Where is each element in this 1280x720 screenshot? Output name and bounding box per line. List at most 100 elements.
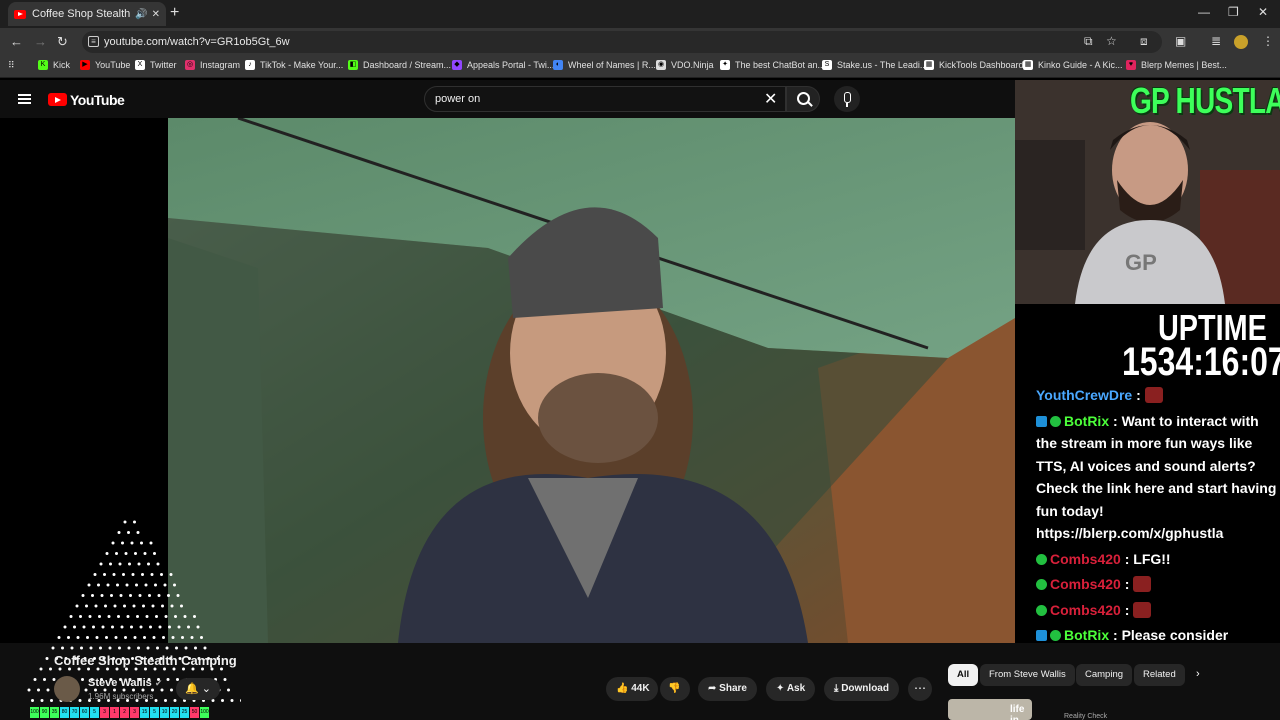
like-button[interactable]: 👍 44K	[606, 677, 658, 701]
bell-icon: 🔔	[185, 683, 199, 695]
verified-badge-icon	[1036, 604, 1047, 616]
chat-username: BotRix	[1064, 412, 1110, 429]
back-icon[interactable]: ←	[10, 34, 23, 49]
bookmark-favicon-icon: ◧	[348, 60, 358, 70]
bookmark-favicon-icon: ▶	[80, 60, 90, 70]
hamburger-menu-icon[interactable]	[18, 94, 31, 104]
level-cell: 25	[180, 707, 189, 718]
bookmark-favicon-icon: ◎	[185, 60, 195, 70]
level-indicator-bar: 100 90 35 80 70 60 5 3 1 2 3 15 5 10 20 25 50 100	[30, 707, 209, 718]
clear-search-icon[interactable]: ✕	[764, 89, 777, 109]
thumbs-up-icon: 👍	[616, 683, 629, 694]
bookmark-label: KickTools Dashboard	[939, 60, 1024, 70]
bookmark-label: Dashboard / Stream...	[363, 60, 452, 70]
chevron-down-icon: ⌄	[201, 683, 211, 695]
bookmark-item[interactable]: ◎ Instagram	[185, 60, 240, 70]
level-cell: 15	[140, 707, 149, 718]
bookmark-favicon-icon: K	[38, 60, 48, 70]
bot-badge-icon	[1036, 415, 1047, 427]
bookmark-favicon-icon: ♪	[245, 60, 255, 70]
sidebar-icon[interactable]: ▣	[1175, 34, 1186, 48]
bookmark-star-icon[interactable]: ☆	[1106, 34, 1117, 48]
bookmark-item[interactable]: ✦ The best ChatBot an...	[720, 60, 825, 70]
more-actions-icon[interactable]: ⋯	[908, 677, 932, 701]
ask-button[interactable]: ✦ Ask	[766, 677, 816, 701]
bookmark-item[interactable]: ♥ Blerp Memes | Best...	[1126, 60, 1227, 70]
bookmark-label: The best ChatBot an...	[735, 60, 826, 70]
search-input[interactable]: power on	[424, 86, 786, 112]
bookmark-label: Kinko Guide - A Kic...	[1038, 60, 1123, 70]
related-video-title[interactable]: Reality Check	[1064, 713, 1107, 720]
media-icon[interactable]: ≣	[1211, 34, 1221, 48]
level-cell: 2	[120, 707, 129, 718]
menu-icon[interactable]: ⋮	[1262, 34, 1274, 48]
address-toolbar: ← → ↻ ≡ youtube.com/watch?v=GR1ob5Gt_6w …	[0, 28, 1280, 56]
maximize-icon[interactable]: ❐	[1228, 5, 1239, 19]
bookmark-favicon-icon: ✦	[720, 60, 730, 70]
bookmark-favicon-icon: S	[822, 60, 832, 70]
browser-tab[interactable]: Coffee Shop Stealth Camping 🔊 ✕	[8, 2, 166, 26]
bookmark-label: VDO.Ninja	[671, 60, 714, 70]
verified-badge-icon	[1050, 415, 1061, 427]
bookmark-favicon-icon: ◉	[656, 60, 666, 70]
share-button[interactable]: ➦ Share	[698, 677, 757, 701]
chevron-right-icon[interactable]: ›	[1196, 668, 1200, 680]
level-cell: 1	[110, 707, 119, 718]
bookmark-item[interactable]: ◐ Wheel of Names | R...	[553, 60, 656, 70]
speaker-icon[interactable]: 🔊	[135, 9, 147, 20]
close-window-icon[interactable]: ✕	[1258, 5, 1268, 19]
search-button[interactable]	[786, 86, 820, 112]
bookmark-item[interactable]: ◉ VDO.Ninja	[656, 60, 714, 70]
video-player[interactable]	[168, 118, 1015, 643]
profile-avatar[interactable]	[1234, 35, 1248, 49]
bookmark-label: YouTube	[95, 60, 131, 70]
level-cell: 50	[190, 707, 199, 718]
chip-from-channel[interactable]: From Steve Wallis	[980, 664, 1075, 686]
bookmark-item[interactable]: ▶ YouTube	[80, 60, 130, 70]
minimize-icon[interactable]: —	[1198, 5, 1210, 19]
bookmark-item[interactable]: ▦ KickTools Dashboard	[924, 60, 1024, 70]
related-video-thumbnail[interactable]: life in	[948, 699, 1032, 720]
bot-badge-icon	[1036, 630, 1047, 641]
download-button[interactable]: ⤓ Download	[824, 677, 899, 701]
bookmark-item[interactable]: ▦ Kinko Guide - A Kic...	[1023, 60, 1123, 70]
chip-related[interactable]: Related	[1134, 664, 1185, 686]
reload-icon[interactable]: ↻	[57, 34, 68, 50]
chat-message: Combs420 :	[1036, 599, 1280, 622]
bookmark-item[interactable]: X Twitter	[135, 60, 177, 70]
bookmark-item[interactable]: K Kick	[38, 60, 70, 70]
channel-avatar[interactable]	[54, 676, 80, 702]
level-cell: 90	[40, 707, 49, 718]
bookmark-item[interactable]: S Stake.us - The Leadi...	[822, 60, 927, 70]
cast-icon[interactable]: ⧉	[1084, 34, 1093, 49]
close-tab-icon[interactable]: ✕	[152, 9, 160, 20]
forward-icon[interactable]: →	[34, 34, 47, 49]
extensions-icon[interactable]: ⧈	[1140, 34, 1148, 49]
bookmark-favicon-icon: ♥	[1126, 60, 1136, 70]
level-cell: 5	[150, 707, 159, 718]
notification-bell-button[interactable]: 🔔 ⌄	[176, 678, 220, 700]
chat-text: LFG!!	[1133, 550, 1171, 567]
bookmark-favicon-icon: ▦	[924, 60, 934, 70]
youtube-logo-icon[interactable]	[48, 93, 67, 106]
chat-emote-icon	[1133, 601, 1152, 618]
chip-camping[interactable]: Camping	[1076, 664, 1133, 686]
level-cell: 100	[30, 707, 39, 718]
url-bar[interactable]: ≡ youtube.com/watch?v=GR1ob5Gt_6w	[82, 31, 1162, 53]
chip-all[interactable]: All	[948, 664, 979, 686]
url-text: youtube.com/watch?v=GR1ob5Gt_6w	[104, 36, 290, 48]
level-cell: 20	[170, 707, 179, 718]
bookmark-item[interactable]: ◧ Dashboard / Stream...	[348, 60, 451, 70]
channel-name[interactable]: Steve Wallis ✔	[88, 677, 162, 689]
youtube-logo-text[interactable]: YouTube	[70, 92, 125, 108]
dislike-button[interactable]: 👎	[660, 677, 690, 701]
download-icon: ⤓	[834, 683, 839, 694]
site-info-icon[interactable]: ≡	[88, 36, 99, 47]
apps-icon[interactable]: ⠿	[8, 60, 15, 71]
voice-search-icon[interactable]	[834, 86, 860, 112]
new-tab-icon[interactable]: +	[170, 4, 179, 22]
bookmark-item[interactable]: ♪ TikTok - Make Your...	[245, 60, 343, 70]
tab-title: Coffee Shop Stealth Camping	[32, 8, 131, 20]
chat-username: Combs420	[1050, 550, 1121, 567]
bookmark-item[interactable]: ◆ Appeals Portal - Twi...	[452, 60, 554, 70]
